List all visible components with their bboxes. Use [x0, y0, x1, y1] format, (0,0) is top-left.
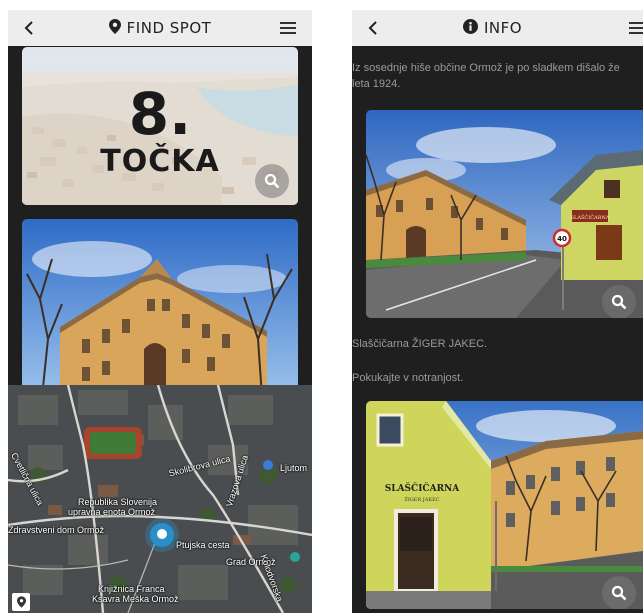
map-label-zdravstveni: Zdravstveni dom Ormož	[8, 525, 105, 535]
map-label-upravna: upravna enota Ormož	[68, 507, 156, 517]
zoom-icon[interactable]	[602, 285, 636, 318]
page-title-text: FIND SPOT	[126, 19, 212, 37]
map-label-republika: Republika Slovenija	[78, 497, 158, 507]
menu-icon[interactable]	[280, 19, 300, 37]
spot-number: 8.	[129, 80, 191, 148]
location-pin-icon	[108, 18, 121, 38]
svg-text:40: 40	[557, 235, 567, 243]
find-spot-screen: FIND SPOT 8. TOČKA Cvetlična ulica Skoli…	[8, 10, 312, 613]
shop-photo-card[interactable]: SLAŠČIČARNA ŽIGER JAKEC	[366, 401, 643, 609]
map-label-knjiznica-2: Ksavra Meška Ormož	[92, 594, 179, 604]
zoom-icon[interactable]	[255, 164, 289, 198]
info-intro: Iz sosednje hiše občine Ormož je po slad…	[352, 60, 643, 92]
back-icon[interactable]	[362, 16, 384, 40]
menu-icon[interactable]	[629, 19, 643, 37]
page-title-text: INFO	[483, 19, 523, 37]
page-title: FIND SPOT	[108, 18, 212, 38]
spot-hero-card[interactable]: 8. TOČKA	[22, 47, 298, 205]
building-photo-card[interactable]	[22, 219, 298, 397]
spot-word: TOČKA	[100, 142, 219, 179]
info-icon	[462, 18, 478, 38]
top-app-bar: INFO	[352, 10, 643, 46]
caption-peek-inside: Pokukajte v notranjost.	[352, 372, 464, 384]
info-screen: INFO Iz sosednje hiše občine Ormož je po…	[352, 10, 643, 613]
location-pin-icon	[16, 596, 26, 608]
info-intro-line-1: Iz sosednje hiše občine Ormož je po slad…	[352, 62, 620, 74]
map-label-ljutomer: Ljutom	[280, 463, 308, 473]
map-label-knjiznica-1: Knjižnica Franca	[98, 584, 165, 594]
top-app-bar: FIND SPOT	[8, 10, 312, 46]
shop-facade-image: SLAŠČIČARNA ŽIGER JAKEC	[366, 401, 643, 609]
info-intro-line-2: leta 1924.	[352, 78, 401, 90]
map-view[interactable]: Cvetlična ulica Skolibrova ulica Vrazova…	[8, 385, 312, 613]
page-title: INFO	[462, 18, 523, 38]
street-view-image: SLAŠČIČARNA 40	[366, 110, 643, 318]
town-hall-image	[22, 219, 298, 397]
map-label-ptujska: Ptujska cesta	[176, 540, 230, 550]
caption-shop-name: Slaščičarna ŽIGER JAKEC.	[352, 338, 488, 350]
zoom-icon[interactable]	[602, 576, 636, 609]
svg-text:ŽIGER JAKEC: ŽIGER JAKEC	[404, 495, 439, 503]
map-location-button[interactable]	[12, 593, 30, 611]
street-photo-card[interactable]: SLAŠČIČARNA 40	[366, 110, 643, 318]
svg-text:SLAŠČIČARNA: SLAŠČIČARNA	[571, 213, 610, 221]
back-icon[interactable]	[18, 16, 40, 40]
svg-text:SLAŠČIČARNA: SLAŠČIČARNA	[385, 482, 461, 494]
